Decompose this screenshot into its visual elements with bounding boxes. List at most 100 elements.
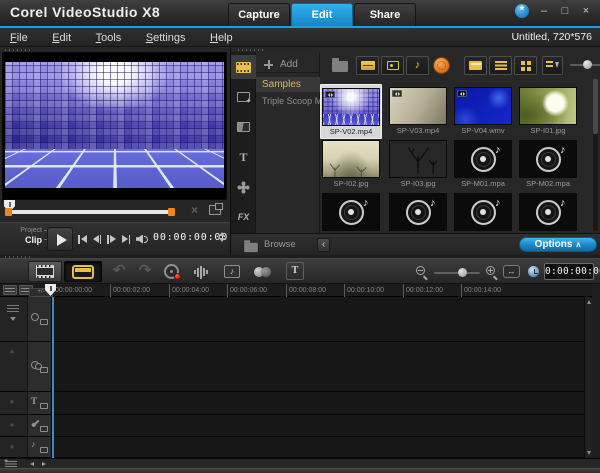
play-button[interactable] <box>47 227 73 251</box>
browse-folder-icon[interactable] <box>244 243 258 252</box>
view-thumbnail-button[interactable] <box>464 56 487 75</box>
voice-track-header[interactable] <box>28 415 52 436</box>
seek-bar[interactable] <box>6 210 174 214</box>
ripple-edit-icon[interactable]: ∗ <box>9 421 15 429</box>
filter-photo-button[interactable] <box>381 56 404 75</box>
storyboard-view-button[interactable] <box>28 261 62 282</box>
view-grid-button[interactable] <box>514 56 537 75</box>
tracks-scrollbar[interactable] <box>584 297 592 458</box>
media-item[interactable]: SP-V03.mp4 <box>387 87 449 135</box>
timeline-playhead[interactable] <box>52 297 54 458</box>
menu-tools[interactable]: Tools <box>96 29 122 47</box>
browse-label[interactable]: Browse <box>264 239 296 250</box>
timecode-stepper[interactable] <box>219 232 225 242</box>
media-scrollbar[interactable] <box>593 79 598 231</box>
tab-capture[interactable]: Capture <box>228 3 290 26</box>
subtitle-editor-button[interactable]: T <box>286 262 304 280</box>
home-button[interactable] <box>78 233 87 245</box>
minimize-button[interactable]: – <box>538 4 550 18</box>
menu-help[interactable]: Help <box>210 29 233 47</box>
timeline-timecode[interactable]: 0:00:00:00 <box>544 263 594 280</box>
instant-project-icon[interactable] <box>231 85 256 109</box>
sound-mixer-icon[interactable] <box>194 265 208 279</box>
ripple-edit-icon[interactable]: ∗ <box>9 443 15 451</box>
help-globe-icon[interactable]: * <box>515 4 529 18</box>
options-button[interactable]: Options∧ <box>519 237 597 252</box>
music-track-header[interactable]: ♪ <box>28 437 52 457</box>
thumbnail-size-slider[interactable] <box>570 64 600 66</box>
video-track-header[interactable] <box>28 297 52 341</box>
duration-icon[interactable] <box>527 265 540 278</box>
media-item[interactable]: ♪ SP-M02.mpa <box>517 140 579 188</box>
scroll-down-icon[interactable] <box>587 451 591 455</box>
collapse-panel-button[interactable]: ‹ <box>317 238 330 252</box>
enlarge-preview-icon[interactable] <box>209 205 221 215</box>
menu-file[interactable]: File <box>10 29 28 47</box>
timeline-ruler[interactable]: 00:00:00:00 00:00:02:00 00:00:04:00 00:0… <box>0 284 592 297</box>
end-button[interactable] <box>122 233 131 245</box>
voice-track-content[interactable] <box>52 415 592 436</box>
media-item[interactable]: ♪ SP-M04.mpa <box>387 193 449 233</box>
ripple-edit-icon[interactable]: ∗ <box>9 348 15 356</box>
overlay-track-content[interactable] <box>52 342 592 391</box>
timeline-hscroll[interactable] <box>0 458 600 468</box>
tab-share[interactable]: Share <box>354 3 416 26</box>
title-track-content[interactable] <box>52 392 592 414</box>
scroll-up-icon[interactable] <box>587 300 591 304</box>
undo-icon[interactable]: ↶ <box>113 261 126 279</box>
ripple-edit-icon[interactable] <box>7 305 19 312</box>
media-item[interactable]: SP-V02.mp4 <box>320 84 382 139</box>
video-track-content[interactable] <box>52 297 592 341</box>
transition-icon[interactable] <box>231 115 256 139</box>
track-transparency-icon[interactable] <box>254 267 274 278</box>
trim-end-handle[interactable] <box>168 208 175 216</box>
timeline-zoom-slider[interactable] <box>434 272 480 274</box>
panel-grip[interactable] <box>238 49 264 51</box>
reel-orange-icon[interactable] <box>433 57 450 74</box>
add-folder-row[interactable]: Add <box>256 57 320 73</box>
chevron-down-icon[interactable] <box>10 317 16 321</box>
tab-edit[interactable]: Edit <box>291 3 353 26</box>
panel-grip[interactable] <box>5 49 31 51</box>
auto-music-icon[interactable]: ♪ <box>224 265 240 278</box>
media-item[interactable]: SP-I02.jpg <box>320 140 382 188</box>
sort-button[interactable] <box>542 56 563 75</box>
ripple-edit-icon[interactable]: ∗ <box>9 398 15 406</box>
track-view-icon[interactable] <box>3 285 17 295</box>
music-track-content[interactable] <box>52 437 592 457</box>
redo-icon[interactable]: ↷ <box>139 261 152 279</box>
preview-timecode[interactable]: 00:00:00:00 <box>153 232 228 243</box>
overlay-track-header[interactable] <box>28 342 52 391</box>
media-item[interactable]: ♪ SP-M01.mpa <box>452 140 514 188</box>
previous-frame-button[interactable] <box>93 233 102 245</box>
filter-audio-button[interactable]: ♪ <box>406 56 429 75</box>
filter-video-button[interactable] <box>356 56 379 75</box>
slider-thumb[interactable] <box>583 60 592 69</box>
view-list-button[interactable] <box>489 56 512 75</box>
media-item[interactable]: ♪ SP-M03.mpa <box>320 193 382 233</box>
media-item[interactable]: ♪ SP-M05.mpa <box>452 193 514 233</box>
next-frame-button[interactable] <box>107 233 116 245</box>
import-folder-icon[interactable] <box>332 61 348 72</box>
scroll-left-icon[interactable] <box>30 462 34 466</box>
gallery-item-triple-scoop[interactable]: Triple Scoop Music <box>256 94 320 109</box>
media-item[interactable]: SP-I01.jpg <box>517 87 579 135</box>
zoom-out-icon[interactable] <box>416 266 428 278</box>
graphic-icon[interactable] <box>231 175 256 199</box>
split-clip-icon[interactable]: × <box>191 203 198 217</box>
scroll-right-icon[interactable] <box>42 462 46 466</box>
maximize-button[interactable]: □ <box>559 4 571 18</box>
filter-icon[interactable]: FX <box>231 205 256 229</box>
mode-project-label[interactable]: Project <box>6 226 42 235</box>
media-item[interactable]: ♪ SP-M06.mpa <box>517 193 579 233</box>
timeline-view-button[interactable] <box>64 261 102 282</box>
title-icon[interactable]: T <box>231 145 256 169</box>
fit-project-icon[interactable]: ↔ <box>503 265 520 278</box>
media-item[interactable]: SP-I03.jpg <box>387 140 449 188</box>
track-manager-icon[interactable] <box>5 461 17 467</box>
record-capture-icon[interactable] <box>164 264 179 279</box>
media-icon[interactable] <box>231 55 256 79</box>
media-item[interactable]: SP-V04.wmv <box>452 87 514 135</box>
title-track-header[interactable]: T <box>28 392 52 414</box>
zoom-in-icon[interactable] <box>486 266 498 278</box>
